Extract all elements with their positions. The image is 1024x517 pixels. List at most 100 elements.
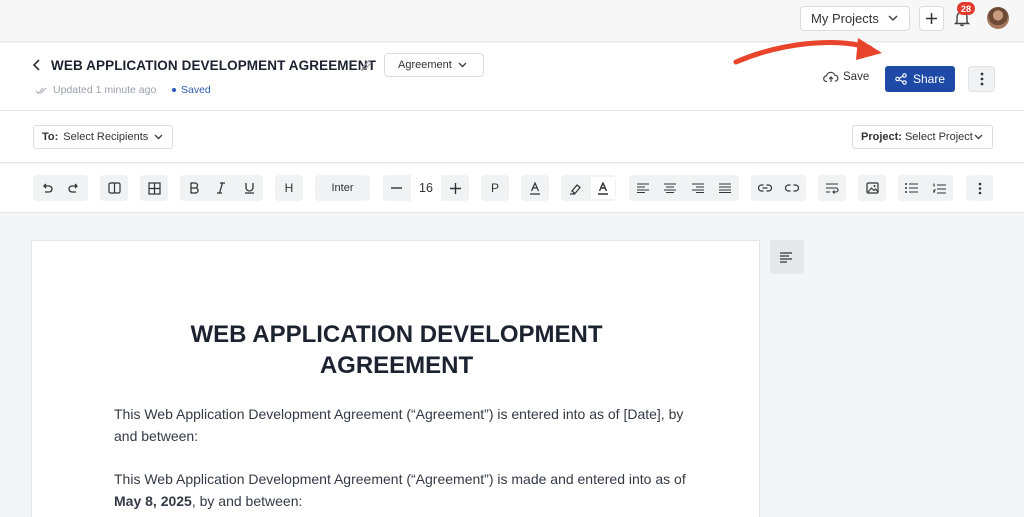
saved-dot-icon [172, 88, 176, 92]
paragraph-button[interactable]: P [482, 175, 509, 201]
font-color-icon [598, 181, 608, 195]
outline-toggle-button[interactable] [770, 240, 804, 274]
font-size-group: 16 [383, 175, 469, 201]
underline-button[interactable] [236, 175, 263, 201]
plus-icon [926, 13, 937, 24]
project-dropdown[interactable]: Project: Select Project [852, 125, 993, 149]
align-justify-icon [719, 183, 732, 193]
document-type-dropdown[interactable]: Agreement [384, 53, 484, 77]
undo-button[interactable] [33, 175, 60, 201]
font-family-select[interactable]: Inter [331, 182, 353, 194]
align-center-icon [664, 183, 677, 193]
cloud-upload-icon [823, 71, 839, 83]
italic-button[interactable] [208, 175, 235, 201]
redo-icon [68, 183, 79, 193]
table-button[interactable] [141, 175, 168, 201]
document-page[interactable]: WEB APPLICATION DEVELOPMENT AGREEMENT Th… [31, 240, 760, 517]
project-value: Select Project [904, 131, 973, 143]
share-button[interactable]: Share [885, 66, 955, 92]
unlink-button[interactable] [779, 175, 806, 201]
text-style-group [180, 175, 263, 201]
table-icon [147, 181, 161, 195]
to-label: To: [42, 131, 59, 143]
increase-icon [449, 182, 461, 194]
align-right-button[interactable] [684, 175, 711, 201]
more-icon [978, 182, 981, 194]
column-icon [107, 182, 121, 194]
highlight-icon [570, 183, 581, 195]
paragraph-2-text: This Web Application Development Agreeme… [114, 471, 686, 487]
text-wrap-button[interactable] [819, 175, 846, 201]
notification-badge: 28 [957, 2, 975, 15]
redo-button[interactable] [61, 175, 88, 201]
formatting-toolbar: H Inter 16 P [0, 164, 1024, 213]
unlink-icon [785, 184, 800, 192]
text-wrap-icon [825, 182, 839, 194]
align-center-button[interactable] [657, 175, 684, 201]
bold-button[interactable] [180, 175, 207, 201]
highlight-button[interactable] [562, 175, 589, 201]
text-color-button[interactable] [522, 175, 549, 201]
chevron-down-icon [458, 62, 467, 68]
text-color-icon [530, 181, 540, 195]
image-icon [865, 182, 879, 194]
document-header: WEB APPLICATION DEVELOPMENT AGREEMENT Ag… [0, 43, 1024, 111]
saved-status: Saved [172, 84, 211, 96]
chevron-down-icon [974, 134, 983, 140]
chevron-down-icon [888, 15, 898, 22]
decrease-font-button[interactable] [383, 175, 410, 201]
image-group [858, 175, 886, 201]
document-type-label: Agreement [398, 59, 452, 71]
italic-icon [217, 182, 226, 194]
column-button[interactable] [101, 175, 128, 201]
recipients-dropdown[interactable]: To: Select Recipients [33, 125, 173, 149]
outline-icon [780, 251, 792, 263]
more-group [966, 175, 993, 201]
top-bar: My Projects 28 [0, 0, 1024, 42]
avatar[interactable] [987, 7, 1009, 29]
paragraph-2-tail: , by and between: [191, 493, 303, 509]
my-projects-label: My Projects [811, 11, 879, 26]
bullet-list-icon [905, 183, 919, 193]
page-title: WEB APPLICATION DEVELOPMENT AGREEMENT [51, 58, 376, 73]
link-button[interactable] [751, 175, 778, 201]
history-group [33, 175, 88, 201]
updated-text: Updated 1 minute ago [53, 84, 157, 96]
align-justify-button[interactable] [712, 175, 739, 201]
alignment-group [629, 175, 739, 201]
save-label: Save [843, 71, 870, 83]
undo-icon [42, 183, 53, 193]
image-button[interactable] [859, 175, 886, 201]
recipients-value: Select Recipients [63, 131, 149, 143]
align-left-button[interactable] [629, 175, 656, 201]
underline-icon [244, 183, 254, 194]
numbered-list-icon [932, 183, 946, 194]
saved-text: Saved [181, 84, 211, 96]
more-options-button[interactable] [968, 66, 995, 92]
bullet-list-button[interactable] [898, 175, 925, 201]
updated-status: Updated 1 minute ago [35, 84, 156, 96]
document-heading: WEB APPLICATION DEVELOPMENT AGREEMENT [190, 321, 603, 379]
increase-font-button[interactable] [442, 175, 469, 201]
heading-group: H [275, 175, 303, 201]
font-color-button[interactable] [591, 177, 615, 199]
link-icon [757, 184, 772, 192]
font-size-value[interactable]: 16 [410, 175, 441, 201]
add-button[interactable] [919, 6, 944, 31]
toolbar-more-button[interactable] [966, 175, 993, 201]
list-group [898, 175, 953, 201]
project-label: Project: [861, 131, 902, 143]
numbered-list-button[interactable] [926, 175, 953, 201]
share-label: Share [912, 72, 946, 86]
save-button[interactable]: Save [823, 71, 869, 83]
highlight-group [561, 175, 616, 201]
edit-pencil-icon[interactable] [360, 59, 373, 72]
align-right-icon [691, 183, 704, 193]
my-projects-dropdown[interactable]: My Projects [800, 6, 910, 31]
heading-button[interactable]: H [276, 175, 303, 201]
link-group [751, 175, 806, 201]
back-chevron-icon[interactable] [31, 59, 43, 71]
bold-icon [190, 182, 199, 194]
font-family-group: Inter [315, 175, 370, 201]
decrease-icon [391, 187, 403, 189]
